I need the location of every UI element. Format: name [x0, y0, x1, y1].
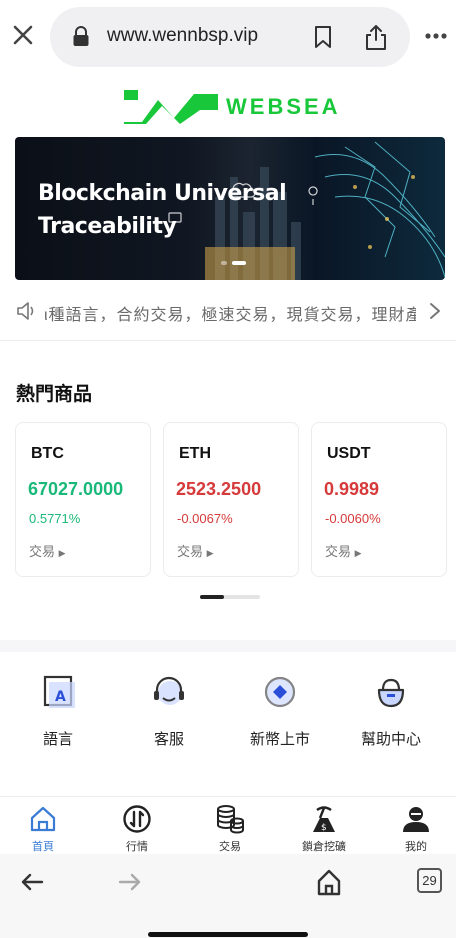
caret-right-icon: ▶ [206, 548, 214, 558]
product-card-usdt[interactable]: USDT 0.9989 -0.0060% 交易 ▶ [311, 422, 447, 577]
carousel-scroll-indicator [200, 595, 260, 599]
home-indicator[interactable] [148, 932, 308, 937]
svg-text:$: $ [321, 823, 327, 833]
banner-pagination [221, 261, 246, 265]
tab-label: 交易 [219, 841, 241, 853]
trade-label: 交易 [29, 544, 56, 559]
tab-label: 鎖倉挖礦 [302, 841, 346, 853]
product-change: -0.0067% [177, 511, 233, 526]
tab-mining[interactable]: $ 鎖倉挖礦 [284, 797, 364, 854]
quick-menu: A 語言 客服 新幣上市 幫助中心 [0, 666, 456, 766]
tab-profile[interactable]: 我的 [376, 797, 456, 854]
market-icon [123, 805, 151, 833]
banner-title: Blockchain Universal Traceability [38, 177, 287, 243]
banner-title-line2: Traceability [38, 214, 177, 239]
product-symbol: BTC [31, 445, 64, 462]
divider [0, 340, 456, 341]
address-bar[interactable]: www.wennbsp.vip [50, 7, 410, 67]
mining-icon: $ [313, 806, 335, 833]
quick-item-label: 客服 [153, 731, 184, 748]
product-card-eth[interactable]: ETH 2523.2500 -0.0067% 交易 ▶ [163, 422, 299, 577]
language-icon: A [43, 675, 75, 708]
tab-trade[interactable]: 交易 [190, 797, 270, 854]
url-text: www.wennbsp.vip [107, 25, 259, 46]
tab-market[interactable]: 行情 [97, 797, 177, 854]
browser-top-bar: www.wennbsp.vip [0, 0, 456, 74]
forward-arrow-icon[interactable] [118, 872, 142, 892]
section-title-hot: 熱門商品 [16, 384, 93, 405]
back-arrow-icon[interactable] [20, 872, 44, 892]
close-icon[interactable] [10, 22, 36, 48]
lock-icon [73, 26, 89, 46]
quick-item-label: 語言 [42, 731, 73, 748]
quick-item-support[interactable]: 客服 [114, 666, 224, 749]
trade-label: 交易 [325, 544, 352, 559]
product-card-btc[interactable]: BTC 67027.0000 0.5771% 交易 ▶ [15, 422, 151, 577]
quick-item-new-listing[interactable]: 新幣上市 [225, 666, 335, 749]
chevron-right-icon[interactable] [428, 301, 442, 321]
product-change: -0.0060% [325, 511, 381, 526]
quick-item-label: 幫助中心 [360, 731, 421, 748]
bookmark-icon[interactable] [312, 25, 334, 49]
brand-logo[interactable]: WEBSEA [122, 86, 342, 126]
browser-bottom-bar: 29 [0, 854, 456, 938]
caret-right-icon: ▶ [58, 548, 66, 558]
quick-item-label: 新幣上市 [249, 731, 310, 748]
product-price: 67027.0000 [28, 479, 124, 499]
brand-name: WEBSEA [226, 94, 341, 119]
product-price: 2523.2500 [176, 479, 262, 499]
trade-link[interactable]: 交易 ▶ [177, 541, 214, 560]
announcement-text: ι種語言，合約交易，極速交易，現貨交易，理財產品 [44, 307, 416, 324]
trade-label: 交易 [177, 544, 204, 559]
headset-icon [154, 676, 184, 705]
trade-link[interactable]: 交易 ▶ [29, 541, 66, 560]
announcement-marquee[interactable]: ι種語言，合約交易，極速交易，現貨交易，理財產品 [0, 290, 456, 332]
promo-banner[interactable]: Blockchain Universal Traceability [15, 137, 445, 280]
share-icon[interactable] [364, 23, 388, 51]
banner-dot[interactable] [221, 261, 227, 265]
product-price: 0.9989 [324, 479, 380, 499]
quick-item-language[interactable]: A 語言 [3, 666, 113, 749]
home-icon [30, 806, 56, 832]
tab-home[interactable]: 首頁 [3, 797, 83, 854]
app-tab-bar: 首頁 行情 交易 $ 鎖倉挖礦 我的 [0, 796, 456, 854]
svg-text:A: A [55, 689, 66, 705]
product-change: 0.5771% [29, 511, 81, 526]
user-icon [403, 807, 429, 832]
product-symbol: ETH [179, 445, 211, 462]
product-symbol: USDT [327, 445, 371, 462]
section-separator [0, 640, 456, 652]
tab-label: 行情 [126, 841, 148, 853]
quick-item-help[interactable]: 幫助中心 [336, 666, 446, 749]
tab-label: 首頁 [32, 841, 54, 853]
browser-home-icon[interactable] [316, 868, 342, 896]
trade-link[interactable]: 交易 ▶ [325, 541, 362, 560]
speaker-icon [17, 302, 34, 320]
help-center-icon [377, 678, 405, 708]
banner-title-line1: Blockchain Universal [38, 181, 287, 206]
coins-stack-icon [217, 805, 244, 834]
websea-logo-icon [124, 90, 218, 124]
hot-products-carousel[interactable]: BTC 67027.0000 0.5771% 交易 ▶ ETH 2523.250… [15, 422, 456, 578]
tabs-count-button[interactable]: 29 [417, 868, 442, 893]
more-icon[interactable] [424, 32, 448, 40]
tab-label: 我的 [405, 841, 427, 853]
banner-dot-active[interactable] [232, 261, 246, 265]
caret-right-icon: ▶ [354, 548, 362, 558]
new-coin-icon [264, 676, 296, 708]
scroll-thumb [200, 595, 224, 599]
